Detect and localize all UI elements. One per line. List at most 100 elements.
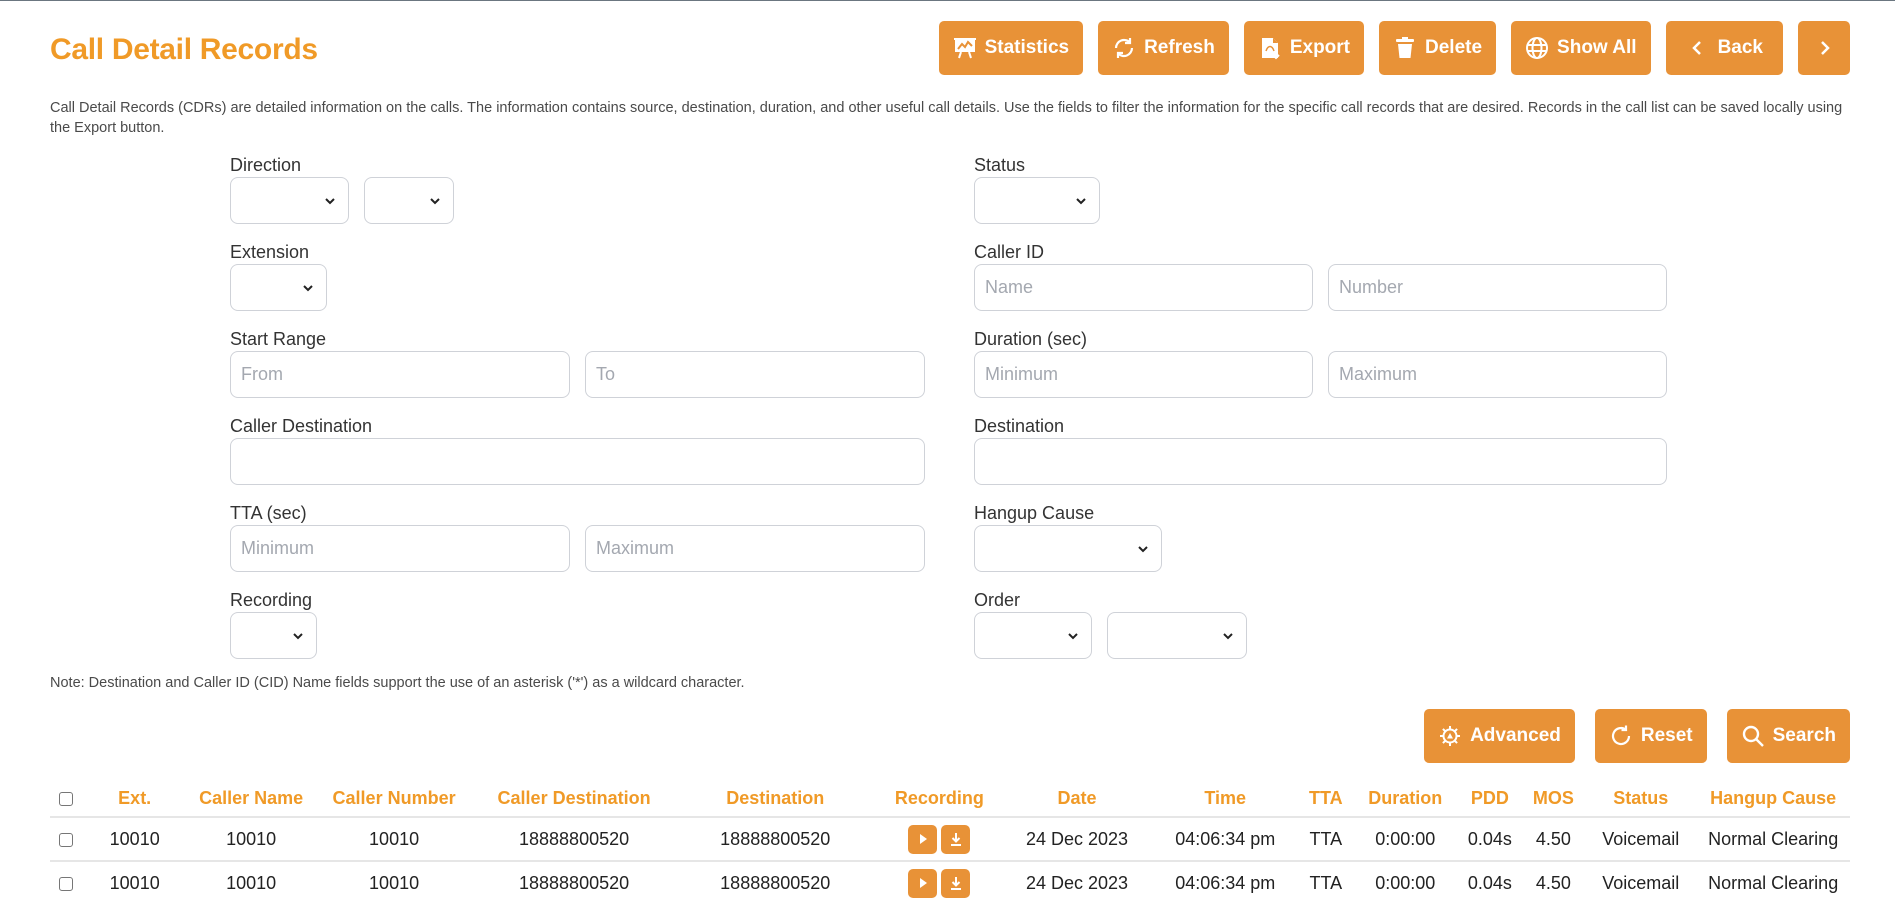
- page-title: Call Detail Records: [50, 33, 318, 66]
- cell-date: 24 Dec 2023: [1002, 861, 1152, 904]
- caller-id-name-input[interactable]: [974, 264, 1313, 311]
- search-button[interactable]: Search: [1726, 709, 1850, 763]
- reset-label: Reset: [1640, 725, 1693, 746]
- tta-max-input[interactable]: [585, 525, 925, 572]
- table-row[interactable]: 10010 10010 10010 18888800520 1888880052…: [50, 817, 1850, 862]
- row-select-cell: [50, 817, 82, 862]
- caller-id-number-input[interactable]: [1328, 264, 1667, 311]
- export-label: Export: [1289, 37, 1351, 58]
- status-label: Status: [974, 155, 1026, 175]
- hangup-cause-select[interactable]: [974, 525, 1162, 572]
- duration-max-input[interactable]: [1328, 351, 1667, 398]
- cell-caller-name: 10010: [187, 861, 315, 904]
- select-all-header: [50, 781, 82, 818]
- table-row[interactable]: 10010 10010 10010 18888800520 1888880052…: [50, 861, 1850, 904]
- refresh-icon: [1112, 36, 1136, 60]
- play-recording-button[interactable]: [908, 824, 938, 854]
- column-header-status[interactable]: Status: [1585, 781, 1697, 818]
- cell-ext: 10010: [81, 817, 188, 862]
- select-all-checkbox[interactable]: [58, 792, 73, 807]
- reset-icon: [1609, 724, 1633, 748]
- show-all-button[interactable]: Show All: [1511, 21, 1651, 75]
- cell-time: 04:06:34 pm: [1151, 861, 1300, 904]
- order-field: Order: [974, 588, 1247, 659]
- column-header-tta[interactable]: TTA: [1299, 781, 1353, 818]
- cell-date: 24 Dec 2023: [1002, 817, 1152, 862]
- search-icon: [1741, 724, 1765, 748]
- direction-field: Direction: [230, 153, 454, 224]
- chevron-down-icon: [293, 632, 303, 639]
- column-header-pdd[interactable]: PDD: [1458, 781, 1522, 818]
- chevron-down-icon: [430, 197, 440, 204]
- tta-min-input[interactable]: [230, 525, 570, 572]
- column-header-destination[interactable]: Destination: [674, 781, 876, 818]
- advanced-button[interactable]: Advanced: [1424, 709, 1575, 763]
- row-checkbox[interactable]: [58, 876, 73, 891]
- chevron-down-icon: [1223, 632, 1233, 639]
- column-header-caller-name[interactable]: Caller Name: [187, 781, 315, 818]
- show-all-label: Show All: [1557, 37, 1637, 58]
- refresh-button[interactable]: Refresh: [1098, 21, 1229, 75]
- cell-status: Voicemail: [1585, 861, 1697, 904]
- cell-time: 04:06:34 pm: [1151, 817, 1300, 862]
- reset-button[interactable]: Reset: [1594, 709, 1707, 763]
- duration-min-input[interactable]: [974, 351, 1313, 398]
- cell-caller-number: 10010: [314, 861, 474, 904]
- play-recording-button[interactable]: [908, 868, 938, 898]
- chevron-down-icon: [1076, 197, 1086, 204]
- direction-label: Direction: [230, 155, 302, 175]
- export-button[interactable]: Export: [1243, 21, 1365, 75]
- cell-mos: 4.50: [1521, 861, 1586, 904]
- search-label: Search: [1772, 725, 1836, 746]
- cell-destination: 18888800520: [674, 817, 876, 862]
- toolbar: Statistics Refresh Export Delete Show Al…: [938, 21, 1850, 75]
- direction-type-select[interactable]: [364, 177, 454, 224]
- start-range-from-input[interactable]: [230, 351, 570, 398]
- cell-caller-name: 10010: [187, 817, 315, 862]
- destination-field: Destination: [974, 414, 1667, 485]
- statistics-button[interactable]: Statistics: [938, 21, 1084, 75]
- delete-label: Delete: [1425, 37, 1483, 58]
- row-select-cell: [50, 861, 82, 904]
- destination-input[interactable]: [974, 438, 1667, 485]
- next-button[interactable]: [1798, 21, 1850, 75]
- delete-button[interactable]: Delete: [1379, 21, 1497, 75]
- recording-label: Recording: [230, 590, 313, 610]
- direction-select[interactable]: [230, 177, 349, 224]
- caller-destination-input[interactable]: [230, 438, 925, 485]
- caller-destination-label: Caller Destination: [230, 416, 373, 436]
- column-header-date[interactable]: Date: [1002, 781, 1152, 818]
- column-header-hangup-cause[interactable]: Hangup Cause: [1696, 781, 1850, 818]
- chevron-down-icon: [303, 284, 313, 291]
- hangup-cause-field: Hangup Cause: [974, 501, 1162, 572]
- play-icon: [919, 878, 927, 888]
- start-range-to-input[interactable]: [585, 351, 925, 398]
- cell-status: Voicemail: [1585, 817, 1697, 862]
- recording-select[interactable]: [230, 612, 317, 659]
- order-direction-select[interactable]: [1107, 612, 1247, 659]
- refresh-label: Refresh: [1144, 37, 1215, 58]
- caller-id-label: Caller ID: [974, 242, 1045, 262]
- chevron-right-icon: [1812, 36, 1836, 60]
- order-by-select[interactable]: [974, 612, 1092, 659]
- row-checkbox[interactable]: [58, 832, 73, 847]
- column-header-time[interactable]: Time: [1151, 781, 1300, 818]
- column-header-caller-number[interactable]: Caller Number: [314, 781, 474, 818]
- download-recording-button[interactable]: [941, 868, 971, 898]
- download-recording-button[interactable]: [941, 824, 971, 854]
- cell-pdd: 0.04s: [1458, 861, 1522, 904]
- back-button[interactable]: Back: [1665, 21, 1783, 75]
- column-header-mos[interactable]: MOS: [1521, 781, 1586, 818]
- column-header-duration[interactable]: Duration: [1352, 781, 1459, 818]
- chevron-down-icon: [1138, 545, 1148, 552]
- extension-select[interactable]: [230, 264, 327, 311]
- cell-mos: 4.50: [1521, 817, 1586, 862]
- trash-icon: [1393, 36, 1417, 60]
- cell-ext: 10010: [81, 861, 188, 904]
- duration-field: Duration (sec): [974, 327, 1667, 398]
- column-header-recording[interactable]: Recording: [875, 781, 1003, 818]
- status-select[interactable]: [974, 177, 1100, 224]
- cell-caller-destination: 18888800520: [473, 817, 675, 862]
- column-header-caller-destination[interactable]: Caller Destination: [473, 781, 675, 818]
- column-header-ext[interactable]: Ext.: [81, 781, 188, 818]
